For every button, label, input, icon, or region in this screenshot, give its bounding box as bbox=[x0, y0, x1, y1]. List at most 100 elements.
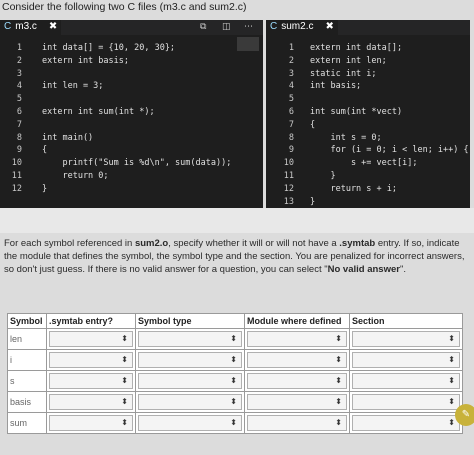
split-icon[interactable]: ⧉ bbox=[200, 22, 206, 32]
section-select[interactable]: ⬍ bbox=[352, 394, 460, 410]
tab-m3[interactable]: Cm3.c ✖ bbox=[0, 20, 62, 35]
code-text[interactable]: int main() bbox=[42, 132, 93, 145]
table-row: i ⬍ ⬍ ⬍ ⬍ bbox=[7, 349, 463, 371]
line-number: 3 bbox=[288, 68, 294, 79]
line-number: 6 bbox=[16, 106, 22, 117]
tab-bar: Cm3.c ✖ ⧉ ◫ ⋯ bbox=[0, 20, 263, 35]
code-text[interactable]: int sum(int *vect) bbox=[310, 106, 402, 119]
section-select[interactable]: ⬍ bbox=[352, 352, 460, 368]
symtab-select[interactable]: ⬍ bbox=[49, 373, 133, 389]
intro-text: Consider the following two C files (m3.c… bbox=[2, 1, 247, 13]
code-text[interactable]: static int i; bbox=[310, 68, 377, 81]
module-select[interactable]: ⬍ bbox=[247, 394, 347, 410]
code-text[interactable]: extern int sum(int *); bbox=[42, 106, 155, 119]
line-number: 9 bbox=[288, 145, 294, 156]
section-cell: ⬍ bbox=[349, 349, 463, 371]
header-module: Module where defined bbox=[244, 313, 350, 329]
module-select[interactable]: ⬍ bbox=[247, 352, 347, 368]
code-text[interactable]: extern int len; bbox=[310, 55, 387, 68]
chevron-updown-icon: ⬍ bbox=[121, 418, 128, 427]
editor-pane-m3: Cm3.c ✖ ⧉ ◫ ⋯ 1 int data[] = {10, 20, 30};… bbox=[0, 20, 263, 208]
code-text[interactable]: extern int basis; bbox=[42, 55, 129, 68]
section-select[interactable]: ⬍ bbox=[352, 415, 460, 431]
tab-label: m3.c bbox=[15, 21, 37, 32]
chevron-updown-icon: ⬍ bbox=[335, 397, 342, 406]
type-cell: ⬍ bbox=[135, 391, 245, 413]
symbol-cell: len bbox=[7, 328, 47, 350]
code-text[interactable]: int basis; bbox=[310, 80, 361, 93]
line-number: 9 bbox=[16, 145, 22, 156]
more-icon[interactable]: ⋯ bbox=[244, 22, 253, 32]
chevron-updown-icon: ⬍ bbox=[230, 355, 237, 364]
question-part: For each symbol referenced in bbox=[4, 238, 135, 249]
chevron-updown-icon: ⬍ bbox=[121, 334, 128, 343]
code-text[interactable]: int len = 3; bbox=[42, 80, 103, 93]
type-select[interactable]: ⬍ bbox=[138, 331, 242, 347]
line-number: 3 bbox=[16, 68, 22, 79]
code-text[interactable]: return 0; bbox=[42, 170, 108, 183]
type-select[interactable]: ⬍ bbox=[138, 352, 242, 368]
line-number: 10 bbox=[283, 158, 294, 169]
module-cell: ⬍ bbox=[244, 370, 350, 392]
chevron-updown-icon: ⬍ bbox=[448, 355, 455, 364]
symtab-select[interactable]: ⬍ bbox=[49, 331, 133, 347]
chevron-updown-icon: ⬍ bbox=[335, 376, 342, 385]
header-section: Section bbox=[349, 313, 463, 329]
module-cell: ⬍ bbox=[244, 349, 350, 371]
table-row: basis ⬍ ⬍ ⬍ ⬍ bbox=[7, 391, 463, 413]
close-icon[interactable]: ✖ bbox=[49, 21, 57, 32]
type-select[interactable]: ⬍ bbox=[138, 373, 242, 389]
tab-sum2[interactable]: Csum2.c ✖ bbox=[266, 20, 338, 35]
code-text[interactable]: } bbox=[310, 196, 315, 209]
module-select[interactable]: ⬍ bbox=[247, 373, 347, 389]
chevron-updown-icon: ⬍ bbox=[335, 418, 342, 427]
code-text[interactable]: return s + i; bbox=[310, 183, 397, 196]
code-text[interactable]: int s = 0; bbox=[310, 132, 381, 145]
code-text[interactable]: { bbox=[42, 144, 47, 157]
section-select[interactable]: ⬍ bbox=[352, 331, 460, 347]
tab-bar: Csum2.c ✖ bbox=[266, 20, 470, 35]
line-number: 5 bbox=[288, 94, 294, 105]
symtab-select[interactable]: ⬍ bbox=[49, 352, 133, 368]
module-select[interactable]: ⬍ bbox=[247, 331, 347, 347]
code-text[interactable]: s += vect[i]; bbox=[310, 157, 418, 170]
code-text[interactable]: for (i = 0; i < len; i++) { bbox=[310, 144, 468, 157]
module-select[interactable]: ⬍ bbox=[247, 415, 347, 431]
code-text[interactable]: { bbox=[310, 119, 315, 132]
chevron-updown-icon: ⬍ bbox=[448, 334, 455, 343]
symtab-select[interactable]: ⬍ bbox=[49, 394, 133, 410]
pencil-icon[interactable]: ✎ bbox=[455, 404, 474, 426]
code-text[interactable]: } bbox=[42, 183, 47, 196]
question-novalid: No valid answer bbox=[327, 264, 400, 275]
code-text[interactable]: printf("Sum is %d\n", sum(data)); bbox=[42, 157, 231, 170]
minimap[interactable] bbox=[237, 37, 259, 51]
header-symtab-entry: .symtab entry? bbox=[46, 313, 136, 329]
line-number: 5 bbox=[16, 94, 22, 105]
table-header-row: Symbol .symtab entry? Symbol type Module… bbox=[7, 313, 463, 329]
question-text: For each symbol referenced in sum2.o, sp… bbox=[4, 237, 472, 276]
chevron-updown-icon: ⬍ bbox=[121, 397, 128, 406]
type-select[interactable]: ⬍ bbox=[138, 394, 242, 410]
question-part: ". bbox=[399, 264, 406, 275]
code-text[interactable]: extern int data[]; bbox=[310, 42, 402, 55]
symtab-select[interactable]: ⬍ bbox=[49, 415, 133, 431]
symbol-cell: s bbox=[7, 370, 47, 392]
line-number: 12 bbox=[283, 183, 294, 194]
symtab-cell: ⬍ bbox=[46, 370, 136, 392]
close-icon[interactable]: ✖ bbox=[325, 21, 333, 32]
line-number: 2 bbox=[288, 55, 294, 66]
symbol-cell: sum bbox=[7, 412, 47, 434]
module-cell: ⬍ bbox=[244, 412, 350, 434]
chevron-updown-icon: ⬍ bbox=[121, 376, 128, 385]
chevron-updown-icon: ⬍ bbox=[335, 355, 342, 364]
type-select[interactable]: ⬍ bbox=[138, 415, 242, 431]
line-number: 7 bbox=[288, 119, 294, 130]
section-select[interactable]: ⬍ bbox=[352, 373, 460, 389]
line-number: 13 bbox=[283, 196, 294, 207]
code-text[interactable]: } bbox=[310, 170, 335, 183]
chevron-updown-icon: ⬍ bbox=[230, 376, 237, 385]
line-number: 11 bbox=[11, 170, 22, 181]
layout-icon[interactable]: ◫ bbox=[222, 22, 231, 32]
type-cell: ⬍ bbox=[135, 412, 245, 434]
code-text[interactable]: int data[] = {10, 20, 30}; bbox=[42, 42, 175, 55]
